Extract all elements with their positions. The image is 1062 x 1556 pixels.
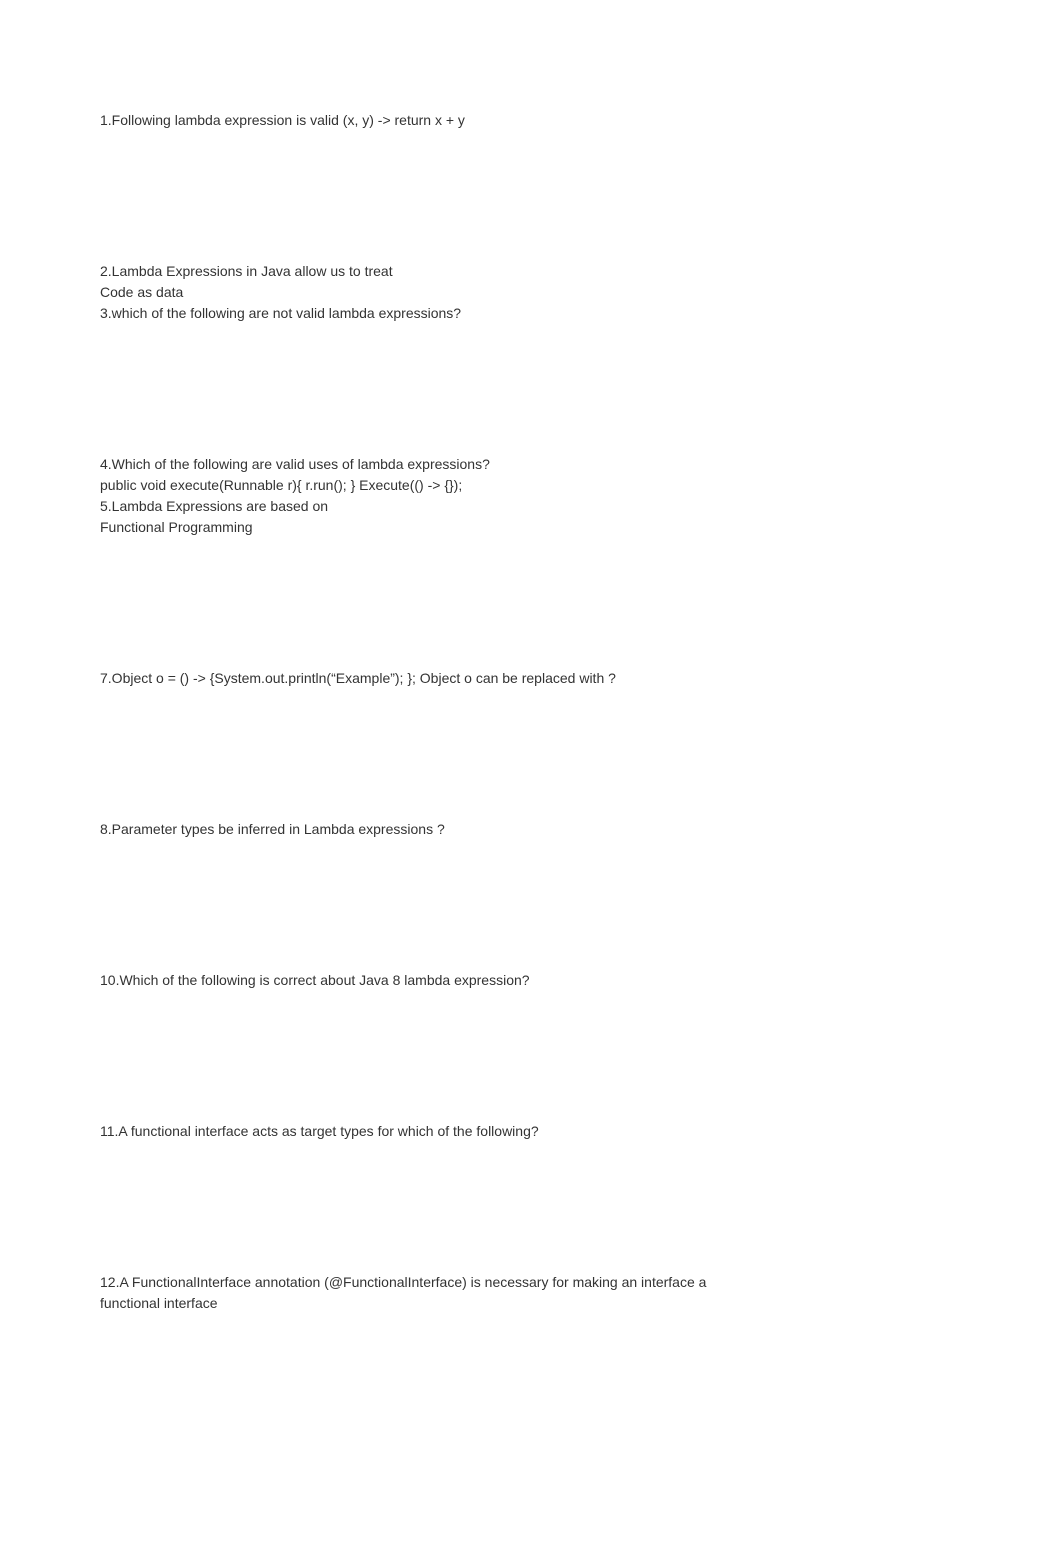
document-content: 1.Following lambda expression is valid (… (0, 0, 1062, 1354)
question-1: 1.Following lambda expression is valid (… (100, 110, 962, 131)
question-text: 11.A functional interface acts as target… (100, 1121, 962, 1142)
question-text: 5.Lambda Expressions are based on (100, 496, 962, 517)
spacer (100, 840, 962, 970)
spacer (100, 1142, 962, 1272)
question-3: 3.which of the following are not valid l… (100, 303, 962, 324)
question-text: 1.Following lambda expression is valid (… (100, 110, 962, 131)
question-12: 12.A FunctionalInterface annotation (@Fu… (100, 1272, 962, 1314)
question-text: 10.Which of the following is correct abo… (100, 970, 962, 991)
question-text: 2.Lambda Expressions in Java allow us to… (100, 261, 962, 282)
answer-text: Functional Programming (100, 517, 962, 538)
answer-text: Code as data (100, 282, 962, 303)
question-4: 4.Which of the following are valid uses … (100, 454, 962, 496)
question-8: 8.Parameter types be inferred in Lambda … (100, 819, 962, 840)
question-text: 8.Parameter types be inferred in Lambda … (100, 819, 962, 840)
question-11: 11.A functional interface acts as target… (100, 1121, 962, 1142)
question-text: 7.Object o = () -> {System.out.println(“… (100, 668, 962, 689)
question-5: 5.Lambda Expressions are based on Functi… (100, 496, 962, 538)
question-10: 10.Which of the following is correct abo… (100, 970, 962, 991)
question-text: 3.which of the following are not valid l… (100, 303, 962, 324)
spacer (100, 991, 962, 1121)
spacer (100, 538, 962, 668)
spacer (100, 324, 962, 454)
question-text: 4.Which of the following are valid uses … (100, 454, 962, 475)
question-text-continued: functional interface (100, 1293, 962, 1314)
question-2: 2.Lambda Expressions in Java allow us to… (100, 261, 962, 303)
spacer (100, 131, 962, 261)
question-7: 7.Object o = () -> {System.out.println(“… (100, 668, 962, 689)
spacer (100, 689, 962, 819)
question-text: 12.A FunctionalInterface annotation (@Fu… (100, 1272, 962, 1293)
answer-text: public void execute(Runnable r){ r.run()… (100, 475, 962, 496)
